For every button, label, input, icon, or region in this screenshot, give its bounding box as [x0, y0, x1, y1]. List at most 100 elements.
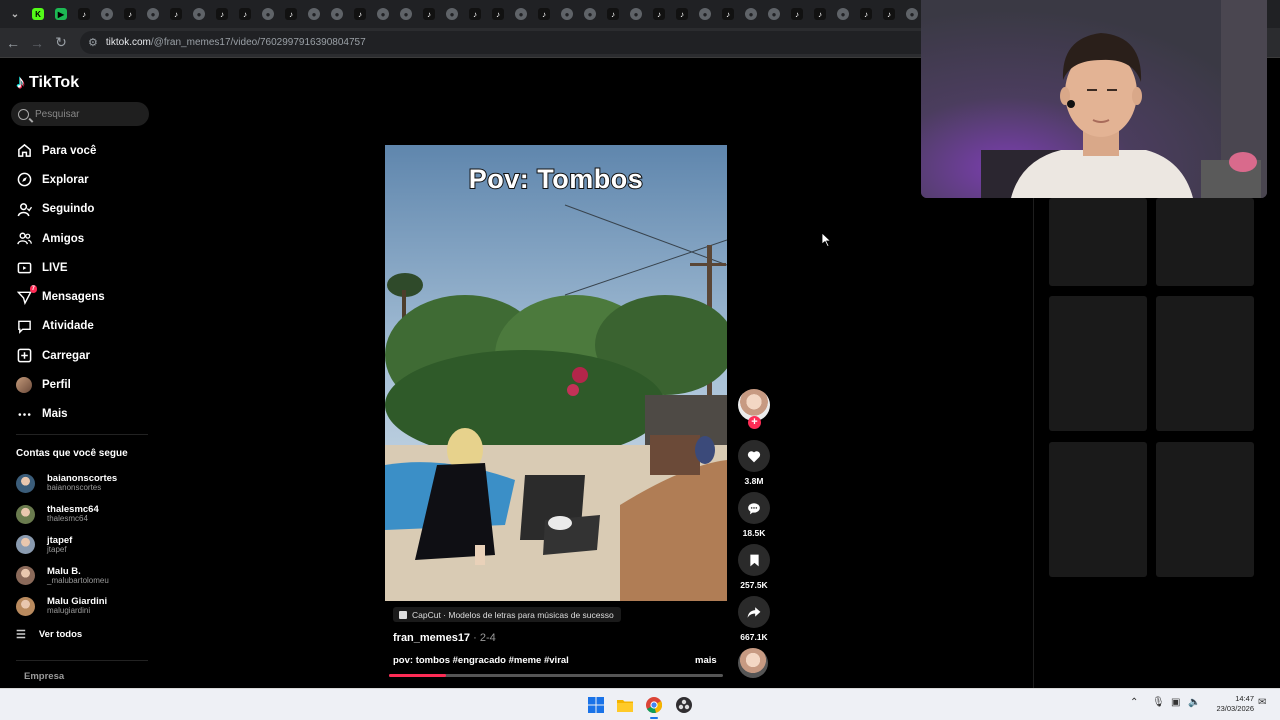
- tiktok-tab-icon[interactable]: ♪: [167, 5, 185, 23]
- obs-icon[interactable]: [676, 697, 692, 713]
- generic-tab-icon[interactable]: ●: [374, 5, 392, 23]
- related-video-placeholder[interactable]: [1156, 198, 1254, 286]
- generic-tab-icon[interactable]: ●: [765, 5, 783, 23]
- avatar: [16, 566, 35, 586]
- video-progress-bar[interactable]: [389, 674, 723, 677]
- follow-plus-button[interactable]: +: [748, 416, 761, 429]
- sidebar-item-seguindo[interactable]: Seguindo: [0, 195, 160, 224]
- generic-tab-icon[interactable]: ●: [443, 5, 461, 23]
- account-handle: jtapef: [47, 544, 67, 554]
- sidebar-item-carregar[interactable]: Carregar: [0, 341, 160, 370]
- tray-chevron-icon[interactable]: ⌃: [1130, 697, 1138, 708]
- sidebar-item-explorar[interactable]: Explorar: [0, 165, 160, 194]
- network-icon[interactable]: ▣: [1171, 697, 1180, 708]
- music-disc-avatar[interactable]: [738, 648, 768, 678]
- related-video-placeholder[interactable]: [1049, 442, 1147, 577]
- search-input[interactable]: [35, 108, 135, 120]
- comment-button[interactable]: [738, 492, 770, 524]
- share-button[interactable]: [738, 596, 770, 628]
- generic-tab-icon[interactable]: ●: [98, 5, 116, 23]
- volume-icon[interactable]: 🔈: [1188, 697, 1200, 708]
- notification-icon[interactable]: ✉: [1258, 697, 1266, 708]
- tiktok-tab-icon[interactable]: ♪: [236, 5, 254, 23]
- sidebar-item-live[interactable]: LIVE: [0, 253, 160, 282]
- site-info-icon[interactable]: ⚙: [88, 36, 98, 49]
- system-clock[interactable]: 14:47 23/03/2026: [1208, 694, 1254, 714]
- tiktok-tab-icon[interactable]: ♪: [857, 5, 875, 23]
- video-author[interactable]: fran_memes17 · 2-4: [393, 632, 496, 644]
- empresa-link[interactable]: Empresa: [24, 671, 64, 682]
- generic-tab-icon[interactable]: ●: [903, 5, 921, 23]
- generic-tab-icon[interactable]: ●: [627, 5, 645, 23]
- sidebar-item-label: LIVE: [42, 261, 68, 274]
- generic-tab-icon[interactable]: ●: [259, 5, 277, 23]
- tiktok-tab-icon[interactable]: ♪: [213, 5, 231, 23]
- tiktok-tab-icon[interactable]: ♪: [811, 5, 829, 23]
- more-caption-button[interactable]: mais: [695, 655, 717, 666]
- tiktok-tab-icon[interactable]: ♪: [121, 5, 139, 23]
- sidebar-divider: [16, 434, 148, 435]
- tiktok-tab-icon[interactable]: ♪: [282, 5, 300, 23]
- generic-tab-icon[interactable]: ●: [696, 5, 714, 23]
- search-box[interactable]: [11, 102, 149, 126]
- generic-tab-icon[interactable]: ●: [742, 5, 760, 23]
- kick-tab-icon[interactable]: K: [29, 5, 47, 23]
- sidebar-item-mensagens[interactable]: 7 Mensagens: [0, 282, 160, 311]
- file-explorer-icon[interactable]: [617, 697, 633, 713]
- url-path: /@fran_memes17/video/7602997916390804757: [150, 37, 366, 48]
- followed-account[interactable]: baianonscortes baianonscortes: [16, 468, 156, 499]
- sidebar-item-perfil[interactable]: Perfil: [0, 370, 160, 399]
- windows-start-icon[interactable]: [588, 697, 604, 713]
- see-all-button[interactable]: ☰ Ver todos: [16, 628, 82, 641]
- sidebar-item-mais[interactable]: Mais: [0, 400, 160, 429]
- related-video-placeholder[interactable]: [1156, 296, 1254, 431]
- tiktok-tab-icon[interactable]: ♪: [650, 5, 668, 23]
- tiktok-tab-icon[interactable]: ♪: [466, 5, 484, 23]
- bookmark-button[interactable]: [738, 544, 770, 576]
- followed-account[interactable]: thalesmc64 thalesmc64: [16, 499, 156, 530]
- generic-tab-icon[interactable]: ●: [305, 5, 323, 23]
- tiktok-tab-icon[interactable]: ♪: [788, 5, 806, 23]
- tiktok-tab-icon[interactable]: ♪: [420, 5, 438, 23]
- followed-account[interactable]: Malu Giardini malugiardini: [16, 591, 156, 622]
- like-button[interactable]: [738, 440, 770, 472]
- chevron-down-icon[interactable]: ⌄: [6, 5, 24, 23]
- account-handle: thalesmc64: [47, 513, 88, 523]
- forward-arrow-icon[interactable]: →: [26, 32, 48, 54]
- followed-account[interactable]: jtapef jtapef: [16, 530, 156, 561]
- capcut-banner[interactable]: CapCut · Modelos de letras para músicas …: [393, 607, 621, 622]
- generic-tab-icon[interactable]: ●: [144, 5, 162, 23]
- video-caption: pov: tombos #engracado #meme #viral: [393, 655, 569, 666]
- related-video-placeholder[interactable]: [1156, 442, 1254, 577]
- generic-tab-icon[interactable]: ●: [397, 5, 415, 23]
- generic-tab-icon[interactable]: ●: [558, 5, 576, 23]
- generic-tab-icon[interactable]: ●: [190, 5, 208, 23]
- tiktok-tab-icon[interactable]: ♪: [604, 5, 622, 23]
- sidebar-item-para-voc-[interactable]: Para você: [0, 136, 160, 165]
- generic-tab-icon[interactable]: ●: [328, 5, 346, 23]
- related-video-placeholder[interactable]: [1049, 296, 1147, 431]
- microphone-icon[interactable]: 🎙: [1152, 697, 1165, 708]
- tiktok-tab-icon[interactable]: ♪: [880, 5, 898, 23]
- app-tab-icon[interactable]: ▶: [52, 5, 70, 23]
- tiktok-tab-icon[interactable]: ♪: [535, 5, 553, 23]
- reload-icon[interactable]: ↻: [50, 32, 72, 54]
- generic-tab-icon[interactable]: ●: [581, 5, 599, 23]
- chrome-icon[interactable]: [646, 697, 662, 713]
- tiktok-tab-icon[interactable]: ♪: [75, 5, 93, 23]
- tiktok-tab-icon[interactable]: ♪: [489, 5, 507, 23]
- tiktok-tab-icon[interactable]: ♪: [719, 5, 737, 23]
- tiktok-tab-icon[interactable]: ♪: [351, 5, 369, 23]
- back-arrow-icon[interactable]: ←: [2, 32, 24, 54]
- tiktok-tab-icon[interactable]: ♪: [673, 5, 691, 23]
- tiktok-logo[interactable]: ♪ TikTok: [16, 72, 79, 93]
- video-player[interactable]: Pov: Tombos: [385, 145, 727, 601]
- generic-tab-icon[interactable]: ●: [834, 5, 852, 23]
- sidebar-item-atividade[interactable]: Atividade: [0, 312, 160, 341]
- sidebar-item-amigos[interactable]: Amigos: [0, 224, 160, 253]
- related-video-placeholder[interactable]: [1049, 198, 1147, 286]
- followed-account[interactable]: Malu B. _malubartolomeu: [16, 560, 156, 591]
- generic-tab-icon[interactable]: ●: [512, 5, 530, 23]
- compass-icon: [16, 172, 32, 188]
- address-bar[interactable]: ⚙ tiktok.com/@fran_memes17/video/7602997…: [80, 31, 940, 54]
